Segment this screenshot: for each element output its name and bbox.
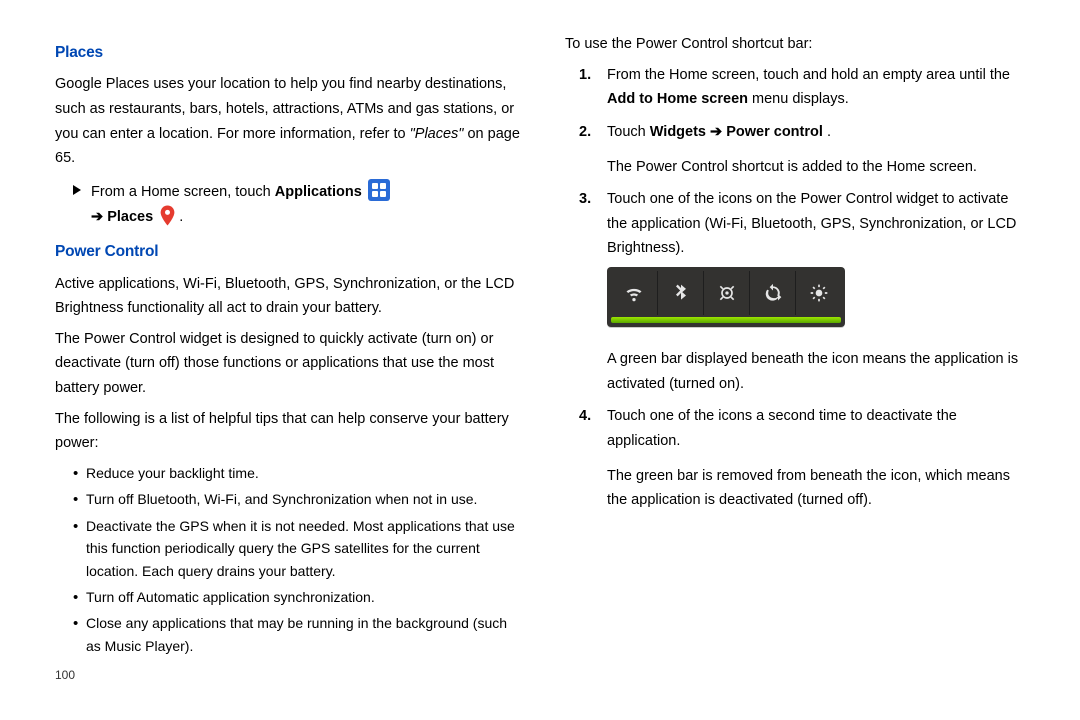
- heading-places: Places: [55, 40, 525, 66]
- step-number: 1.: [579, 63, 591, 88]
- applications-icon: [368, 179, 390, 201]
- power-p2: The Power Control widget is designed to …: [55, 327, 525, 401]
- sync-icon: [749, 271, 795, 315]
- steps-list: 1. From the Home screen, touch and hold …: [579, 63, 1025, 513]
- step3-sub: A green bar displayed beneath the icon m…: [607, 347, 1025, 396]
- heading-power-control: Power Control: [55, 239, 525, 265]
- step4-text: Touch one of the icons a second time to …: [607, 408, 957, 449]
- instr-places: Places: [107, 209, 153, 225]
- step3-text: Touch one of the icons on the Power Cont…: [607, 191, 1016, 256]
- step4-sub: The green bar is removed from beneath th…: [607, 464, 1025, 513]
- step-3: 3. Touch one of the icons on the Power C…: [579, 187, 1025, 396]
- step1-bold: Add to Home screen: [607, 91, 748, 107]
- step2-period: .: [827, 124, 831, 140]
- step-4: 4. Touch one of the icons a second time …: [579, 404, 1025, 513]
- step-number: 3.: [579, 187, 591, 212]
- list-item: Deactivate the GPS when it is not needed…: [73, 515, 525, 582]
- places-instruction: From a Home screen, touch Applications ➔…: [73, 179, 525, 229]
- list-item: Turn off Bluetooth, Wi-Fi, and Synchroni…: [73, 488, 525, 510]
- left-column: Places Google Places uses your location …: [30, 30, 540, 710]
- arrow-icon: ➔: [710, 124, 726, 140]
- arrow-icon: ➔: [91, 209, 107, 225]
- places-pin-icon: [160, 205, 175, 226]
- places-ref-italic: "Places": [410, 126, 468, 142]
- instr-prefix: From a Home screen, touch: [91, 184, 275, 200]
- step-2: 2. Touch Widgets ➔ Power control . The P…: [579, 120, 1025, 179]
- power-p1: Active applications, Wi-Fi, Bluetooth, G…: [55, 272, 525, 321]
- step2-a: Touch: [607, 124, 650, 140]
- list-item: Close any applications that may be runni…: [73, 612, 525, 657]
- triangle-bullet-icon: [73, 185, 81, 195]
- step2-sub: The Power Control shortcut is added to t…: [607, 155, 1025, 180]
- step-number: 4.: [579, 404, 591, 429]
- power-p3: The following is a list of helpful tips …: [55, 407, 525, 456]
- step-number: 2.: [579, 120, 591, 145]
- instr-period: .: [179, 209, 183, 225]
- list-item: Reduce your backlight time.: [73, 462, 525, 484]
- places-paragraph: Google Places uses your location to help…: [55, 72, 525, 171]
- gps-icon: [703, 271, 749, 315]
- step2-powercontrol: Power control: [726, 124, 823, 140]
- step2-widgets: Widgets: [650, 124, 706, 140]
- tips-list: Reduce your backlight time. Turn off Blu…: [73, 462, 525, 657]
- step1-a: From the Home screen, touch and hold an …: [607, 67, 1010, 83]
- bluetooth-icon: [657, 271, 703, 315]
- instr-applications: Applications: [275, 184, 362, 200]
- brightness-icon: [795, 271, 841, 315]
- page-number: 100: [55, 665, 525, 685]
- right-column: To use the Power Control shortcut bar: 1…: [540, 30, 1050, 710]
- active-bar: [611, 317, 841, 323]
- power-shortcut-intro: To use the Power Control shortcut bar:: [565, 32, 1025, 57]
- step1-b: menu displays.: [752, 91, 849, 107]
- power-control-widget: [607, 261, 1025, 337]
- wifi-icon: [611, 271, 657, 315]
- list-item: Turn off Automatic application synchroni…: [73, 586, 525, 608]
- step-1: 1. From the Home screen, touch and hold …: [579, 63, 1025, 112]
